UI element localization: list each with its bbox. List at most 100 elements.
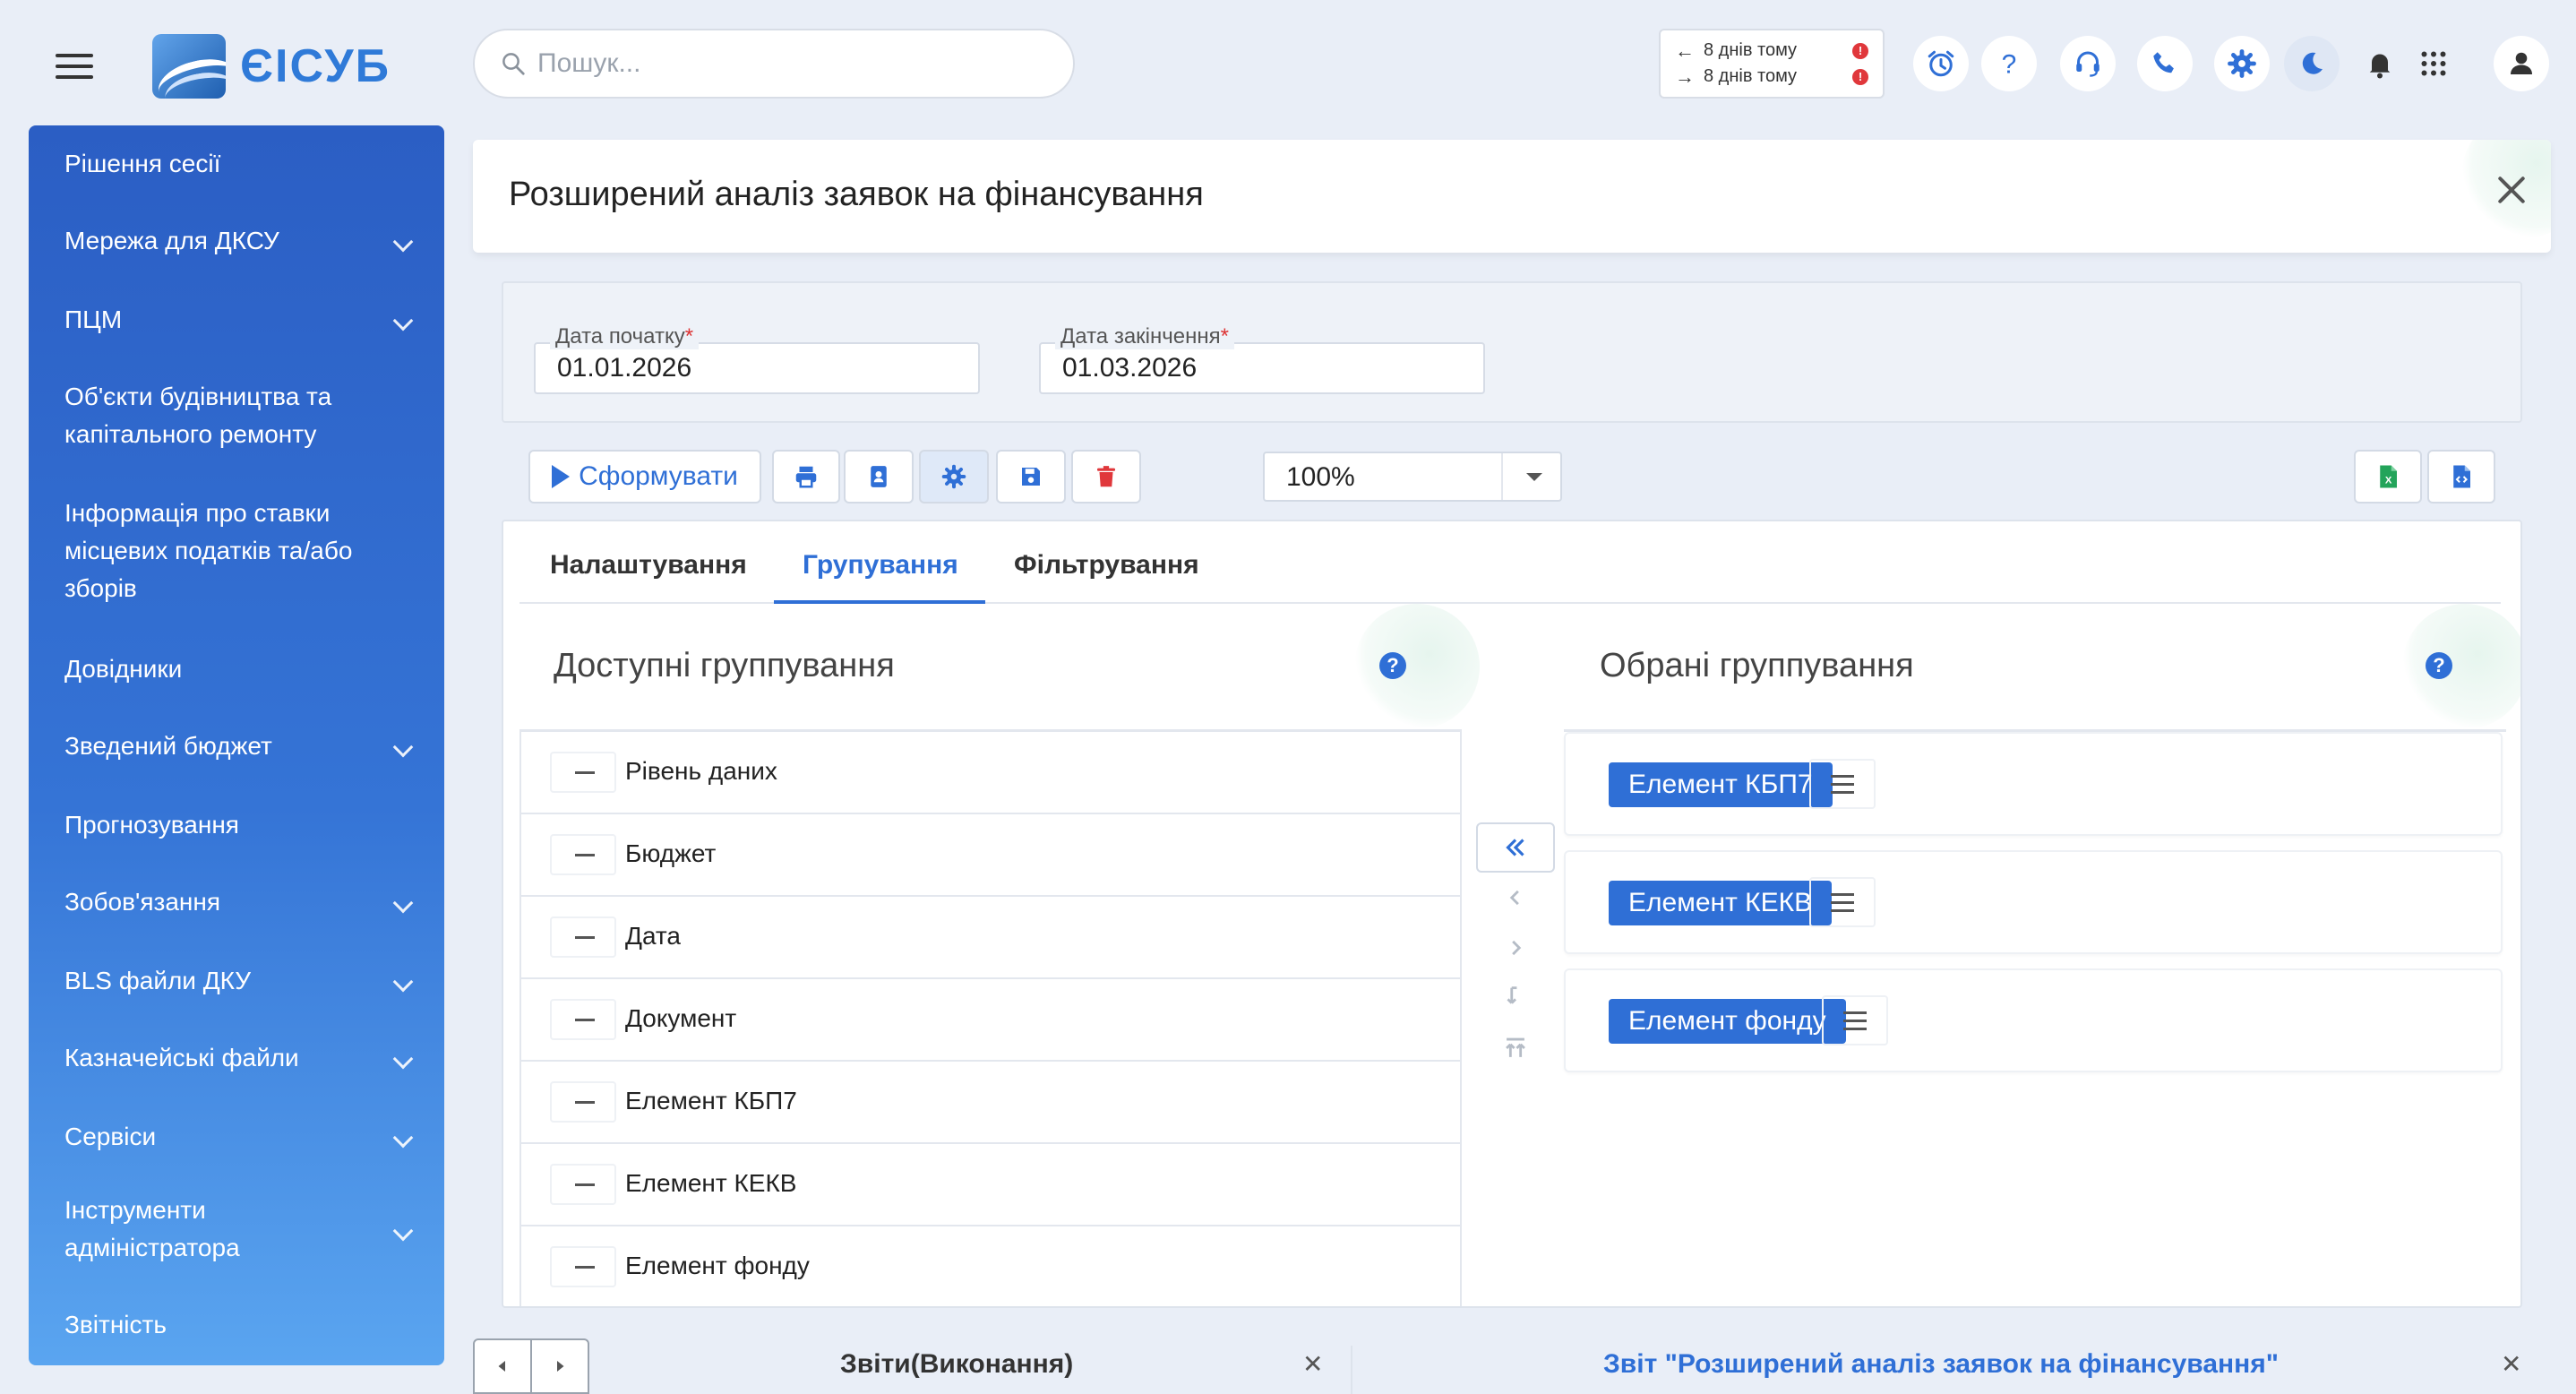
settings-button[interactable] <box>919 450 989 503</box>
minus-icon[interactable] <box>550 1081 616 1123</box>
list-item[interactable]: Дата <box>521 897 1460 979</box>
close-icon[interactable] <box>2494 172 2529 208</box>
move-down-button[interactable] <box>1476 973 1555 1023</box>
excel-export-icon: X <box>2380 465 2397 488</box>
scroll-left-button[interactable] <box>475 1340 532 1392</box>
list-item-label: Елемент фонду <box>625 1252 810 1279</box>
alarm-icon[interactable] <box>1913 36 1969 91</box>
close-icon[interactable]: ✕ <box>2501 1349 2521 1379</box>
generate-label: Сформувати <box>579 461 738 491</box>
list-item-label: Рівень даних <box>625 757 777 785</box>
recent-back-row[interactable]: ← 8 днів тому ! <box>1675 38 1868 64</box>
move-down-icon <box>1507 986 1517 1004</box>
list-item[interactable]: Елемент КБП7 <box>521 1062 1460 1144</box>
sidebar-item-forecasting[interactable]: Прогнозування <box>29 806 444 844</box>
sidebar-item-construction-objects[interactable]: Об'єкти будівництва та капітального ремо… <box>29 378 444 453</box>
user-icon[interactable] <box>2494 36 2549 91</box>
date-filter-panel: Дата початку* 01.01.2026 Дата закінчення… <box>502 281 2522 423</box>
minus-icon[interactable] <box>550 916 616 958</box>
drag-handle-icon[interactable] <box>1822 995 1888 1046</box>
help-icon[interactable]: ? <box>1981 36 2037 91</box>
drag-handle-icon[interactable] <box>1809 759 1876 809</box>
list-item[interactable]: Рівень даних <box>521 732 1460 814</box>
dark-mode-icon[interactable] <box>2284 36 2340 91</box>
list-item[interactable]: Елемент КЕКВ <box>521 1144 1460 1226</box>
move-left-button[interactable] <box>1476 873 1555 923</box>
recent-forward-row[interactable]: → 8 днів тому ! <box>1675 64 1868 90</box>
move-right-button[interactable] <box>1476 923 1555 973</box>
start-date-field[interactable]: Дата початку* 01.01.2026 <box>534 324 980 394</box>
minus-icon[interactable] <box>550 834 616 875</box>
save-button[interactable] <box>996 450 1066 503</box>
sidebar-item-bls-files[interactable]: BLS файли ДКУ <box>29 962 444 1000</box>
tab-grouping[interactable]: Групування <box>799 550 962 581</box>
end-date-value[interactable]: 01.03.2026 <box>1062 353 1197 383</box>
sidebar-item-references[interactable]: Довідники <box>29 650 444 688</box>
tab-extended-analysis-report[interactable]: Звіт "Розширений аналіз заявок на фінанс… <box>1603 1349 2279 1380</box>
sidebar-item-obligations[interactable]: Зобов'язання <box>29 883 444 921</box>
recent-navigation[interactable]: ← 8 днів тому ! → 8 днів тому ! <box>1659 29 1885 99</box>
menu-toggle-icon[interactable] <box>56 54 93 79</box>
chevron-down-icon[interactable] <box>1501 453 1560 500</box>
move-all-left-button[interactable] <box>1476 822 1555 873</box>
app-logo[interactable]: ЄІСУБ <box>152 34 391 99</box>
drag-handle-icon[interactable] <box>1809 877 1876 927</box>
minus-icon[interactable] <box>550 999 616 1040</box>
excel-export-button[interactable]: X <box>2354 450 2422 503</box>
apps-grid-icon[interactable] <box>2406 36 2461 91</box>
search-box[interactable] <box>473 29 1075 99</box>
zoom-select[interactable]: 100% <box>1263 452 1562 502</box>
bell-icon[interactable] <box>2352 36 2408 91</box>
sidebar-item-local-taxes[interactable]: Інформація про ставки місцевих податків … <box>29 495 444 607</box>
list-item[interactable]: Елемент КБП7 <box>1564 732 2503 836</box>
help-icon[interactable]: ? <box>2426 652 2452 679</box>
sidebar-item-pcm[interactable]: ПЦМ <box>29 301 444 339</box>
available-groupings-title: Доступні группування <box>554 647 895 684</box>
arrow-left-icon: ← <box>1675 39 1695 62</box>
minus-icon[interactable] <box>550 1246 616 1287</box>
available-groupings-list: Рівень даних Бюджет Дата Документ Елемен… <box>519 729 1462 1306</box>
settings-icon[interactable] <box>2214 36 2270 91</box>
chevron-down-icon <box>392 231 414 253</box>
grouping-chip[interactable]: Елемент КЕКВ <box>1609 881 1833 925</box>
end-date-field[interactable]: Дата закінчення* 01.03.2026 <box>1039 324 1485 394</box>
sidebar-item-services[interactable]: Сервіси <box>29 1118 444 1156</box>
sidebar-item-consolidated-budget[interactable]: Зведений бюджет <box>29 727 444 765</box>
tab-settings[interactable]: Налаштування <box>546 550 751 581</box>
code-file-button[interactable] <box>2427 450 2495 503</box>
chevron-down-icon <box>392 736 414 758</box>
support-icon[interactable] <box>2060 36 2116 91</box>
search-input[interactable] <box>537 48 1039 79</box>
print-button[interactable] <box>772 450 840 503</box>
delete-button[interactable] <box>1071 450 1141 503</box>
close-icon[interactable]: ✕ <box>1302 1349 1323 1379</box>
list-item[interactable]: Документ <box>521 979 1460 1062</box>
sidebar-item-treasury-files[interactable]: Казначейські файли <box>29 1039 444 1077</box>
sidebar-item-session-decisions[interactable]: Рішення сесії <box>29 145 444 183</box>
settings-icon <box>941 464 966 489</box>
sidebar-item-label: Сервіси <box>64 1123 157 1150</box>
list-item[interactable]: Елемент фонду <box>1564 968 2503 1072</box>
list-item[interactable]: Бюджет <box>521 814 1460 897</box>
tab-filtering[interactable]: Фільтрування <box>1010 550 1203 581</box>
sidebar-item-admin-tools[interactable]: Інструменти адміністратора <box>29 1192 444 1267</box>
grouping-chip[interactable]: Елемент фонду <box>1609 999 1846 1044</box>
move-top-button[interactable] <box>1476 1023 1555 1073</box>
phone-icon[interactable] <box>2137 36 2193 91</box>
chevron-down-icon <box>392 1127 414 1149</box>
generate-button[interactable]: Сформувати <box>528 450 761 503</box>
sidebar-item-dksu-network[interactable]: Мережа для ДКСУ <box>29 222 444 260</box>
sidebar-item-reporting[interactable]: Звітність <box>29 1306 444 1344</box>
list-item[interactable]: Елемент фонду <box>521 1226 1460 1306</box>
user-card-button[interactable] <box>844 450 914 503</box>
minus-icon[interactable] <box>550 752 616 793</box>
tab-reports-execution[interactable]: Звіти(Виконання) <box>840 1349 1073 1380</box>
help-icon[interactable]: ? <box>1379 652 1406 679</box>
list-item[interactable]: Елемент КЕКВ <box>1564 850 2503 954</box>
grouping-chip[interactable]: Елемент КБП7 <box>1609 762 1833 807</box>
scroll-right-button[interactable] <box>532 1340 588 1392</box>
end-date-label: Дата закінчення* <box>1055 324 1234 349</box>
chevron-down-icon <box>392 892 414 914</box>
minus-icon[interactable] <box>550 1164 616 1205</box>
start-date-value[interactable]: 01.01.2026 <box>557 353 691 383</box>
